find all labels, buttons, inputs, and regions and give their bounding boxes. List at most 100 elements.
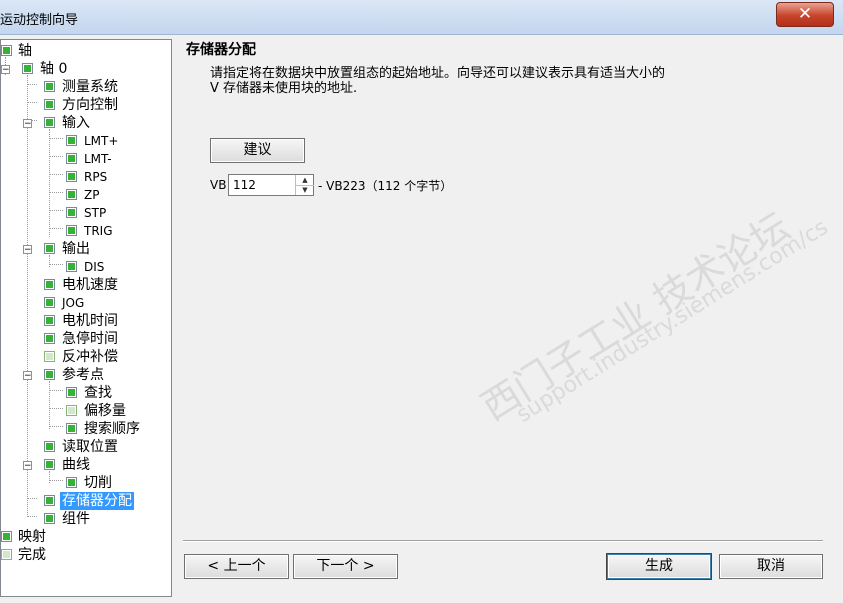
vb-address-value: 112 [233,178,256,192]
tree-item-label: 存储器分配 [60,492,134,510]
suggest-button[interactable]: 建议 [210,138,305,163]
checkbox-icon [1,549,12,560]
tree-connector [49,138,63,139]
tree-item-label: STP [84,206,107,220]
checkbox-icon [44,99,55,110]
vb-range-label: - VB223（112 个字节） [318,179,453,193]
address-spinner[interactable]: ▲ ▼ [295,175,314,195]
tree-connector [49,381,50,429]
checkbox-icon [22,63,33,74]
tree-item-label: JOG [62,296,85,310]
checkbox-icon [66,171,77,182]
spin-down-icon[interactable]: ▼ [296,185,314,195]
tree-connector [49,192,63,193]
checkbox-icon [66,189,77,200]
tree-item-label: 输入 [62,115,90,131]
checkbox-icon [66,207,77,218]
collapse-icon[interactable]: − [23,119,32,129]
tree-item-label: 输出 [62,241,90,257]
wizard-tree[interactable]: 轴 − 轴 0 测量系统 方向控制 − 输入 LMT+ LMT- RPS ZP … [0,39,172,597]
tree-item-label: 电机速度 [62,277,118,293]
tree-item-label: 曲线 [62,457,90,473]
tree-item-label: RPS [84,170,108,184]
tree-item-label: 反冲补偿 [62,349,118,365]
tree-item-label: 切削 [84,475,112,491]
vb-prefix-label: VB [210,178,227,192]
checkbox-icon [66,387,77,398]
description-line-2: V 存储器未使用块的地址. [210,81,358,96]
tree-item-label: 测量系统 [62,79,118,95]
tree-connector [49,480,63,481]
tree-item-label: 轴 [18,43,32,59]
checkbox-icon [44,279,55,290]
tree-item-label: 搜索顺序 [84,421,140,437]
tree-item-label: 映射 [18,529,46,545]
tree-item-label: 组件 [62,511,90,527]
tree-item-label: LMT- [84,152,112,166]
generate-button[interactable]: 生成 [607,554,711,579]
tree-item-label: 轴 0 [40,61,68,77]
checkbox-icon [44,297,55,308]
collapse-icon[interactable]: − [23,461,32,471]
page-title: 存储器分配 [186,42,256,58]
collapse-icon[interactable]: − [23,245,32,255]
tree-connector [27,84,37,85]
checkbox-icon [44,459,55,470]
checkbox-icon [44,117,55,128]
vb-address-input[interactable]: 112 ▲ ▼ [228,174,314,196]
tree-connector [27,102,37,103]
collapse-icon[interactable]: − [1,65,10,75]
tree-item-label: 查找 [84,385,112,401]
checkbox-icon [66,477,77,488]
tree-connector [27,516,37,517]
tree-connector [49,156,63,157]
window-title: 运动控制向导 [0,13,79,28]
tree-connector [27,75,28,517]
checkbox-icon [66,153,77,164]
tree-item-label: 读取位置 [62,439,118,455]
description-line-1: 请指定将在数据块中放置组态的起始地址。向导还可以建议表示具有适当大小的 [210,66,666,81]
checkbox-icon [44,513,55,524]
tree-item-label: 急停时间 [62,331,118,347]
collapse-icon[interactable]: − [23,371,32,381]
checkbox-icon [44,243,55,254]
tree-connector [27,498,37,499]
next-button[interactable]: 下一个 > [293,554,398,579]
checkbox-icon [44,81,55,92]
tree-item-label: 方向控制 [62,97,118,113]
title-bar: 运动控制向导 ✕ [0,0,843,35]
tree-connector [49,228,63,229]
tree-connector [49,471,50,483]
tree-item-label: 完成 [18,547,46,563]
tree-item-label: LMT+ [84,134,119,148]
tree-item-label: 电机时间 [62,313,118,329]
checkbox-icon [44,333,55,344]
close-button[interactable]: ✕ [776,2,834,27]
checkbox-icon [66,261,77,272]
tree-connector [49,390,63,391]
checkbox-icon [44,351,55,362]
tree-connector [49,129,50,237]
tree-item-label: DIS [84,260,105,274]
checkbox-icon [44,495,55,506]
tree-item-label: 参考点 [62,367,104,383]
cancel-button[interactable]: 取消 [719,554,823,579]
checkbox-icon [66,423,77,434]
tree-item-label: TRIG [84,224,113,238]
tree-connector [49,264,63,265]
checkbox-icon [1,45,12,56]
checkbox-icon [66,225,77,236]
tree-item-label: 偏移量 [84,403,126,419]
tree-connector [49,408,63,409]
tree-connector [49,426,63,427]
footer-separator [183,540,823,542]
tree-connector [49,174,63,175]
description: 请指定将在数据块中放置组态的起始地址。向导还可以建议表示具有适当大小的 V 存储… [210,66,770,96]
tree-connector [49,210,63,211]
tree-connector [49,255,50,267]
checkbox-icon [44,369,55,380]
prev-button[interactable]: < 上一个 [184,554,289,579]
checkbox-icon [1,531,12,542]
checkbox-icon [44,315,55,326]
checkbox-icon [66,405,77,416]
